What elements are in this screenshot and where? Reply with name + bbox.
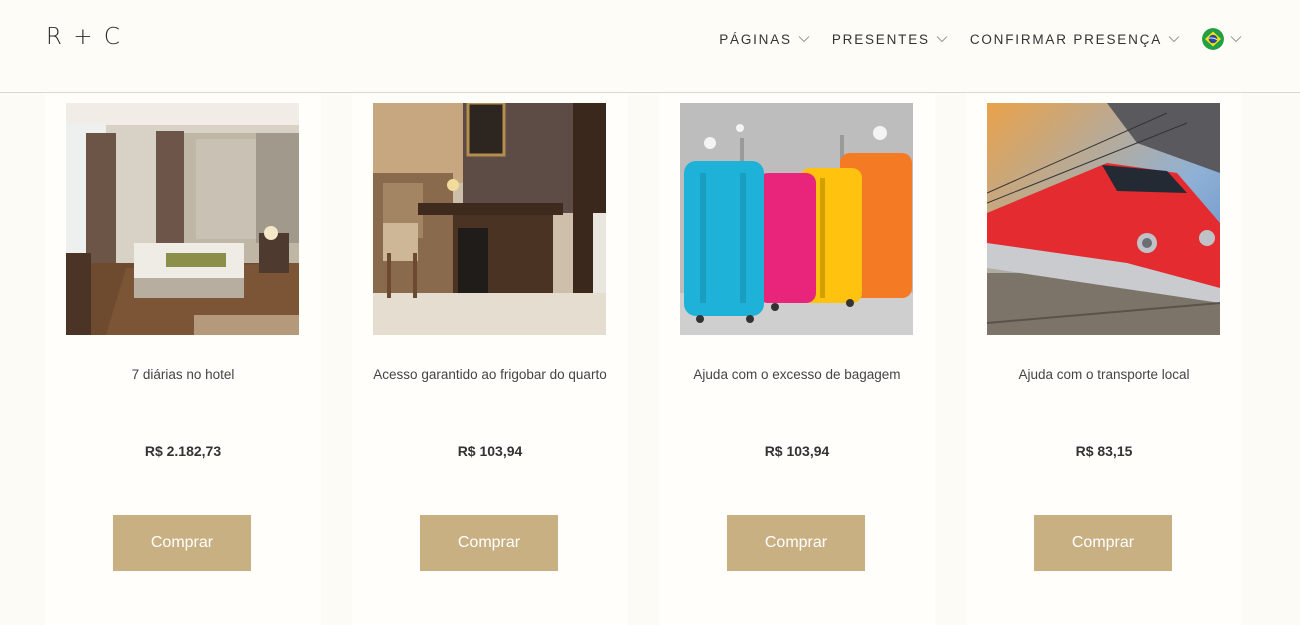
product-card: Ajuda com o transporte local R$ 83,15 Co… [966,93,1242,625]
nav-item-confirmar-presenca[interactable]: CONFIRMAR PRESENÇA [970,32,1180,47]
product-title: 7 diárias no hotel [131,367,235,382]
suitcases-image [680,103,913,335]
product-card: Ajuda com o excesso de bagagem R$ 103,94… [659,93,935,625]
chevron-down-icon [1168,36,1180,43]
train-image[interactable] [987,103,1220,335]
buy-button[interactable]: Comprar [113,515,251,571]
language-selector[interactable] [1202,28,1242,50]
site-header: R + C PÁGINAS PRESENTES CONFIRMAR PRESEN… [0,0,1300,93]
product-price: R$ 83,15 [1075,443,1133,459]
product-card: Acesso garantido ao frigobar do quarto R… [352,93,628,625]
product-price: R$ 103,94 [764,443,830,459]
buy-button[interactable]: Comprar [1034,515,1172,571]
minibar-image[interactable] [373,103,606,335]
buy-button[interactable]: Comprar [727,515,865,571]
nav-label: CONFIRMAR PRESENÇA [969,31,1162,47]
chevron-down-icon [798,36,810,43]
product-title: Ajuda com o excesso de bagagem [693,367,901,382]
suitcases-image[interactable] [680,103,913,335]
product-title: Acesso garantido ao frigobar do quarto [373,367,607,382]
brazil-flag-icon [1202,28,1224,50]
product-card: 7 diárias no hotel R$ 2.182,73 Comprar [45,93,321,625]
train-image [987,103,1220,335]
buy-button[interactable]: Comprar [420,515,558,571]
nav-label: PRESENTES [831,31,930,47]
site-logo[interactable]: R + C [46,24,122,50]
product-price: R$ 103,94 [457,443,523,459]
nav-item-presentes[interactable]: PRESENTES [832,32,948,47]
product-price: R$ 2.182,73 [144,443,222,459]
chevron-down-icon [936,36,948,43]
hotel-room-image[interactable] [66,103,299,335]
nav-item-paginas[interactable]: PÁGINAS [719,32,810,47]
product-title: Ajuda com o transporte local [1018,367,1190,382]
nav-label: PÁGINAS [719,31,792,47]
minibar-image [373,103,606,335]
main-nav: PÁGINAS PRESENTES CONFIRMAR PRESENÇA [697,28,1242,50]
hotel-room-image [66,103,299,335]
chevron-down-icon [1230,36,1242,43]
